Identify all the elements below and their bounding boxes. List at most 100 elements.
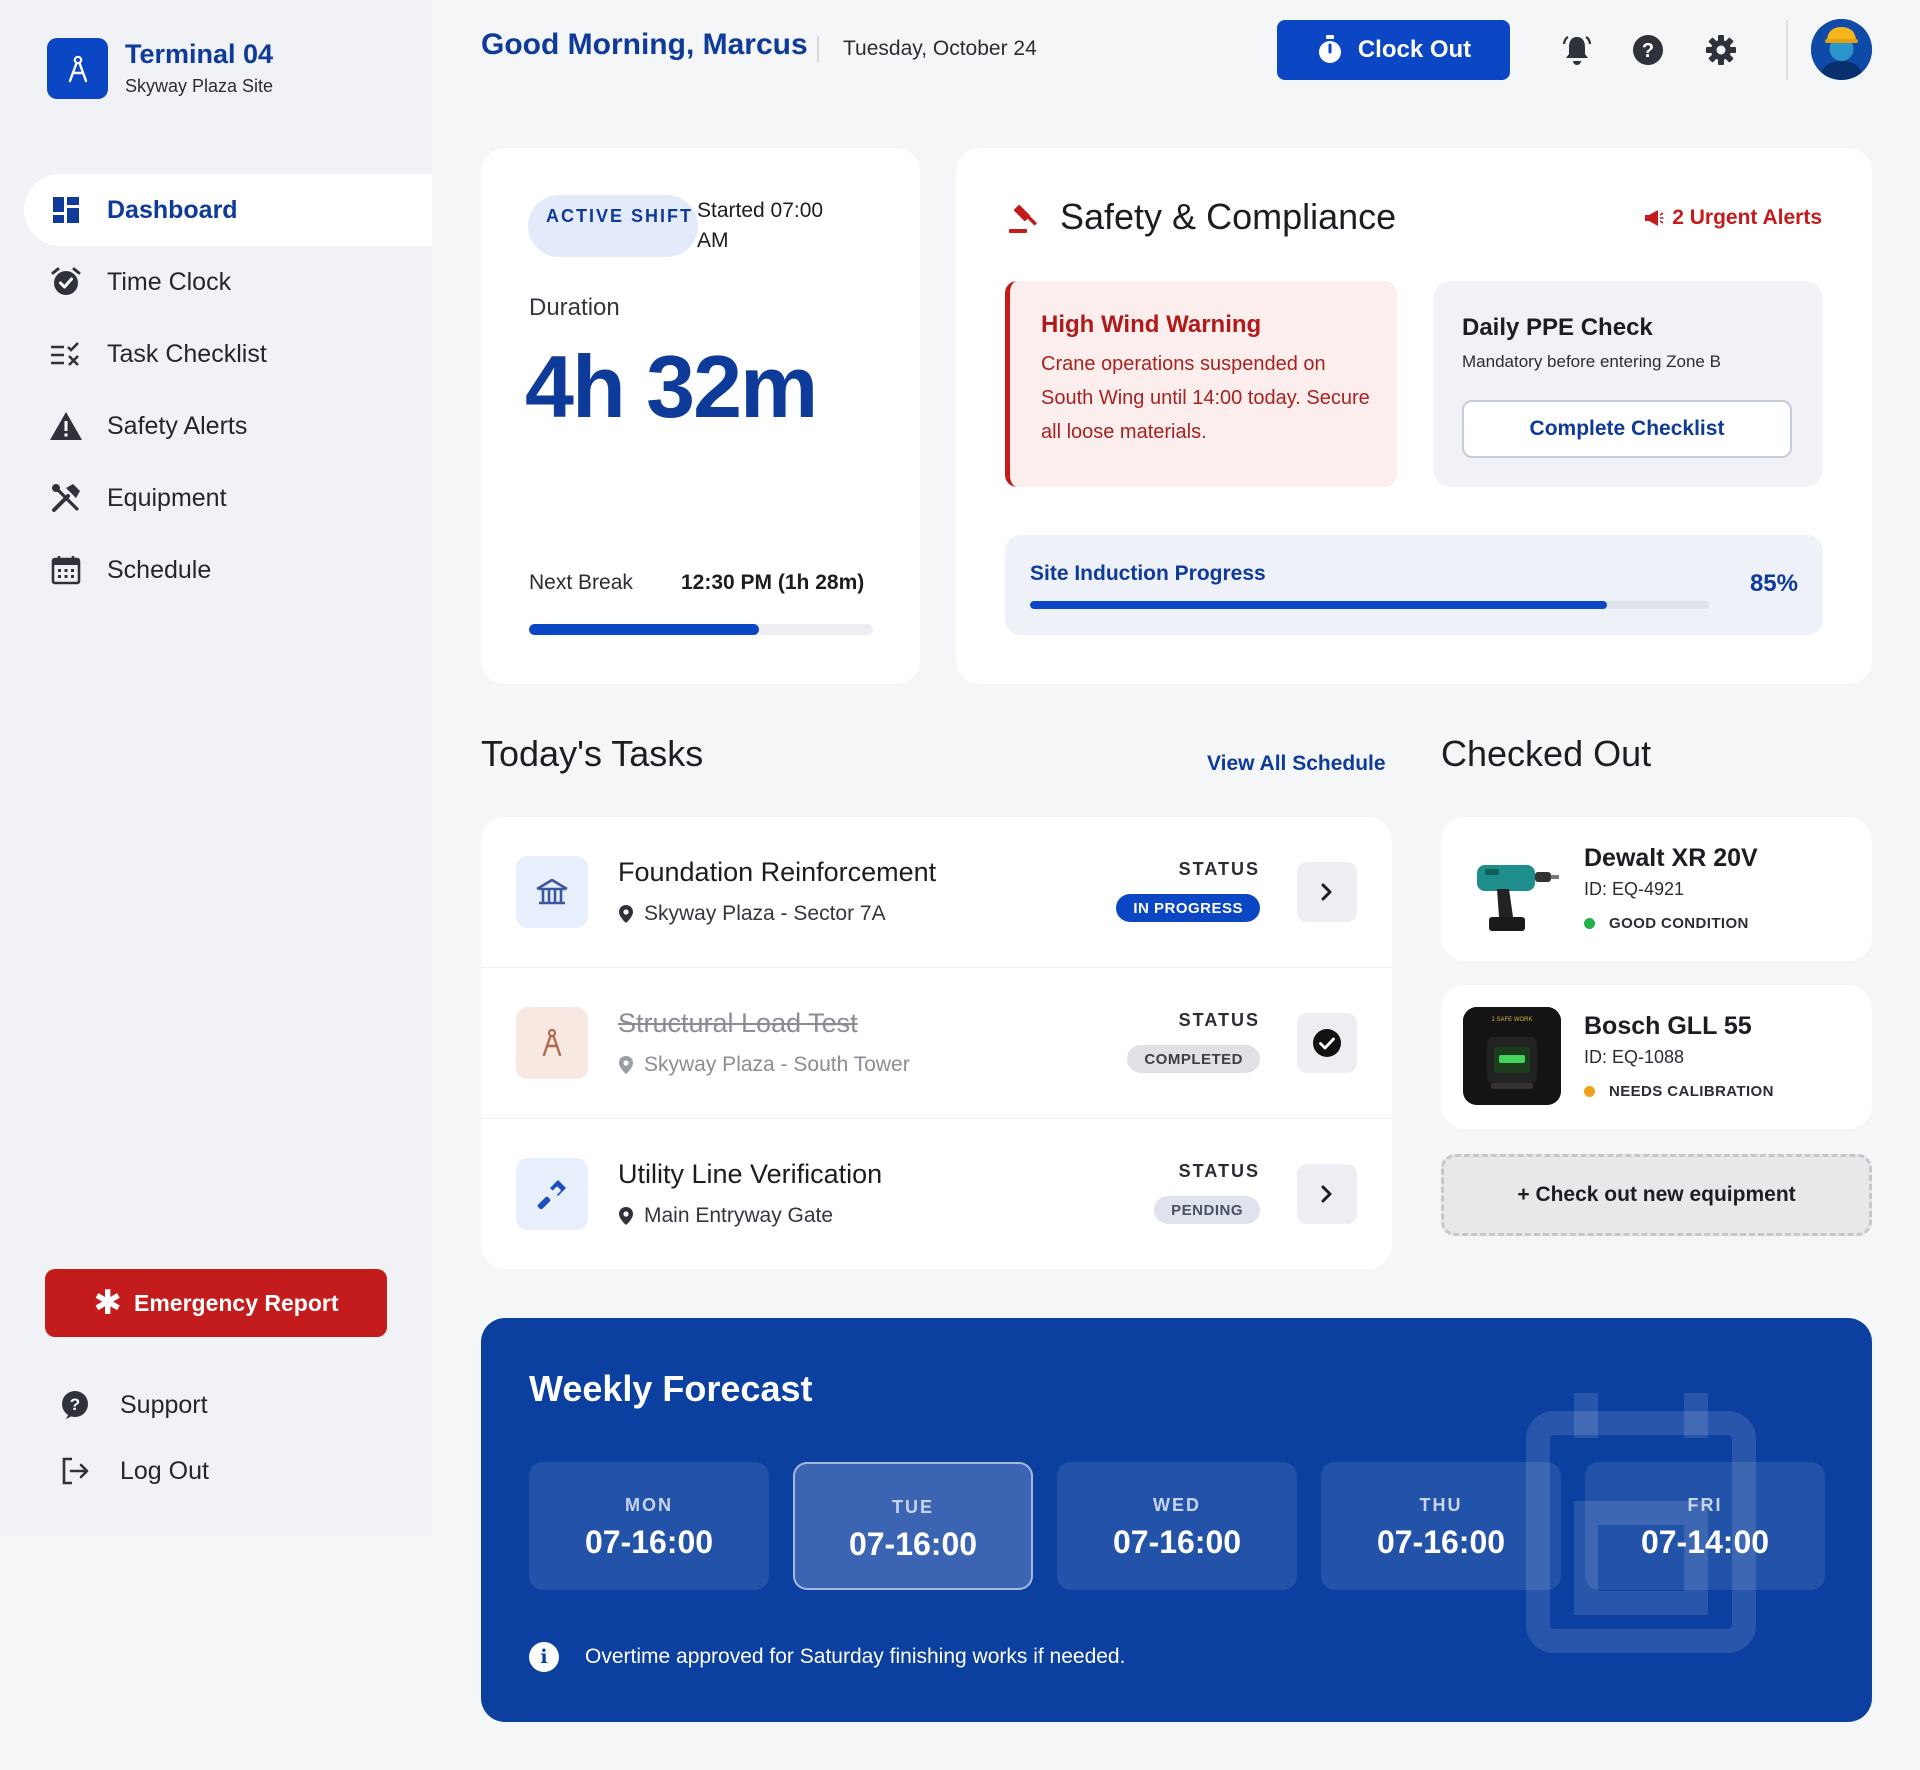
status-label: STATUS	[1178, 859, 1260, 879]
forecast-day-fri[interactable]: FRI 07-14:00	[1585, 1462, 1825, 1590]
equipment-condition: GOOD CONDITION	[1584, 915, 1749, 932]
equipment-id: ID: EQ-4921	[1584, 879, 1685, 899]
equipment-name: Bosch GLL 55	[1584, 1012, 1752, 1040]
avatar[interactable]	[1811, 19, 1872, 80]
check-circle-icon	[1313, 1029, 1341, 1057]
task-title: Foundation Reinforcement	[618, 857, 937, 887]
site-induction-progress: Site Induction Progress 85%	[1005, 535, 1823, 635]
sidebar-item-task-checklist[interactable]: Task Checklist	[24, 318, 432, 390]
task-location-text: Main Entryway Gate	[644, 1204, 834, 1227]
sidebar-item-label: Equipment	[107, 483, 227, 512]
status-label: STATUS	[1178, 1161, 1260, 1181]
brand-title: Terminal 04	[125, 39, 274, 70]
safety-compliance-card: Safety & Compliance 2 Urgent Alerts High…	[956, 148, 1872, 684]
header-date: Tuesday, October 24	[843, 37, 1037, 60]
wrench-icon	[516, 1158, 588, 1230]
sidebar-item-label: Dashboard	[107, 195, 238, 224]
logout-link[interactable]: Log Out	[58, 1446, 358, 1496]
help-icon: ?	[58, 1388, 92, 1422]
induction-progress-fill	[1030, 601, 1608, 609]
help-icon[interactable]: ?	[1631, 33, 1665, 67]
notification-bell-icon[interactable]	[1560, 33, 1594, 67]
table-row[interactable]: Utility Line Verification Main Entryway …	[481, 1119, 1392, 1269]
structure-icon	[516, 856, 588, 928]
greeting: Good Morning, Marcus	[481, 28, 808, 61]
day-name: MON	[625, 1495, 673, 1515]
status-badge: IN PROGRESS	[1116, 894, 1260, 922]
ppe-check-panel: Daily PPE Check Mandatory before enterin…	[1433, 281, 1823, 487]
header-divider	[1786, 20, 1788, 80]
sidebar-nav: Dashboard Time Clock Task Checklist Safe…	[24, 174, 432, 606]
sidebar-item-time-clock[interactable]: Time Clock	[24, 246, 432, 318]
urgent-alerts-link[interactable]: 2 Urgent Alerts	[1644, 206, 1822, 230]
next-break-label: Next Break	[529, 571, 633, 594]
tasks-title: Today's Tasks	[481, 733, 704, 774]
induction-label: Site Induction Progress	[1030, 562, 1266, 585]
clock-out-button[interactable]: Clock Out	[1277, 20, 1510, 80]
day-hours: 07-16:00	[848, 1526, 978, 1562]
day-name: THU	[1419, 1495, 1463, 1515]
task-open-button[interactable]	[1297, 862, 1357, 922]
sidebar-item-safety-alerts[interactable]: Safety Alerts	[24, 390, 432, 462]
ppe-title: Daily PPE Check	[1462, 314, 1653, 341]
sidebar-item-schedule[interactable]: Schedule	[24, 534, 432, 606]
sidebar-item-label: Time Clock	[107, 267, 232, 296]
gavel-icon	[1008, 203, 1040, 235]
support-link[interactable]: ? Support	[58, 1380, 358, 1430]
next-break-value: 12:30 PM (1h 28m)	[681, 571, 865, 594]
forecast-day-mon[interactable]: MON 07-16:00	[529, 1462, 769, 1590]
svg-text:?: ?	[1642, 40, 1654, 62]
status-dot	[1584, 1086, 1595, 1097]
task-complete-toggle[interactable]	[1297, 1013, 1357, 1073]
emergency-report-button[interactable]: ✱ Emergency Report	[45, 1269, 387, 1337]
location-pin-icon	[619, 1056, 633, 1074]
laser-level-image: 1 SAFE WORK	[1463, 1007, 1561, 1105]
equipment-card[interactable]: 1 SAFE WORK Bosch GLL 55 ID: EQ-1088 NEE…	[1441, 985, 1872, 1129]
equipment-id: ID: EQ-1088	[1584, 1047, 1685, 1067]
svg-text:?: ?	[70, 1395, 80, 1414]
view-all-schedule-link[interactable]: View All Schedule	[1207, 752, 1386, 776]
task-open-button[interactable]	[1297, 1164, 1357, 1224]
table-row[interactable]: Structural Load Test Skyway Plaza - Sout…	[481, 968, 1392, 1119]
forecast-day-tue[interactable]: TUE 07-16:00	[793, 1462, 1033, 1590]
emergency-report-label: Emergency Report	[133, 1289, 339, 1316]
induction-progress-bar	[1030, 601, 1709, 609]
induction-percent: 85%	[1749, 570, 1798, 597]
equipment-condition-text: NEEDS CALIBRATION	[1609, 1083, 1774, 1100]
sidebar-item-label: Task Checklist	[107, 339, 267, 368]
megaphone-icon	[1645, 210, 1664, 226]
forecast-day-thu[interactable]: THU 07-16:00	[1321, 1462, 1561, 1590]
task-title: Structural Load Test	[618, 1008, 858, 1038]
gear-icon[interactable]	[1704, 33, 1738, 67]
task-list: Foundation Reinforcement Skyway Plaza - …	[481, 817, 1392, 1269]
location-pin-icon	[619, 1207, 633, 1225]
equipment-card[interactable]: Dewalt XR 20V ID: EQ-4921 GOOD CONDITION	[1441, 817, 1872, 961]
sidebar-item-label: Safety Alerts	[107, 411, 248, 440]
day-name: WED	[1153, 1495, 1201, 1515]
sidebar-item-label: Schedule	[107, 555, 212, 584]
forecast-note-text: Overtime approved for Saturday finishing…	[585, 1645, 1126, 1668]
sidebar-item-equipment[interactable]: Equipment	[24, 462, 432, 534]
logout-icon	[58, 1454, 92, 1488]
alarm-clock-icon	[49, 265, 83, 299]
status-badge: PENDING	[1154, 1196, 1260, 1224]
compass-logo-icon	[47, 38, 108, 99]
shift-start-time: Started 07:00 AM	[697, 199, 824, 252]
status-dot	[1584, 918, 1595, 929]
task-location: Skyway Plaza - Sector 7A	[618, 902, 886, 926]
check-out-new-equipment-button[interactable]: + Check out new equipment	[1441, 1154, 1872, 1236]
status-label: STATUS	[1178, 1010, 1260, 1030]
warning-title: High Wind Warning	[1041, 311, 1262, 338]
safety-title: Safety & Compliance	[1060, 196, 1397, 237]
sidebar-item-dashboard[interactable]: Dashboard	[24, 174, 432, 246]
task-location-text: Skyway Plaza - Sector 7A	[644, 902, 886, 925]
forecast-day-wed[interactable]: WED 07-16:00	[1057, 1462, 1297, 1590]
compass-icon	[516, 1007, 588, 1079]
warning-icon	[49, 409, 83, 443]
warning-body: Crane operations suspended on South Wing…	[1041, 353, 1370, 443]
urgent-alerts-label: 2 Urgent Alerts	[1672, 206, 1822, 229]
day-hours: 07-14:00	[1640, 1524, 1770, 1560]
logout-label: Log Out	[120, 1456, 209, 1485]
table-row[interactable]: Foundation Reinforcement Skyway Plaza - …	[481, 817, 1392, 968]
complete-checklist-button[interactable]: Complete Checklist	[1462, 400, 1792, 458]
